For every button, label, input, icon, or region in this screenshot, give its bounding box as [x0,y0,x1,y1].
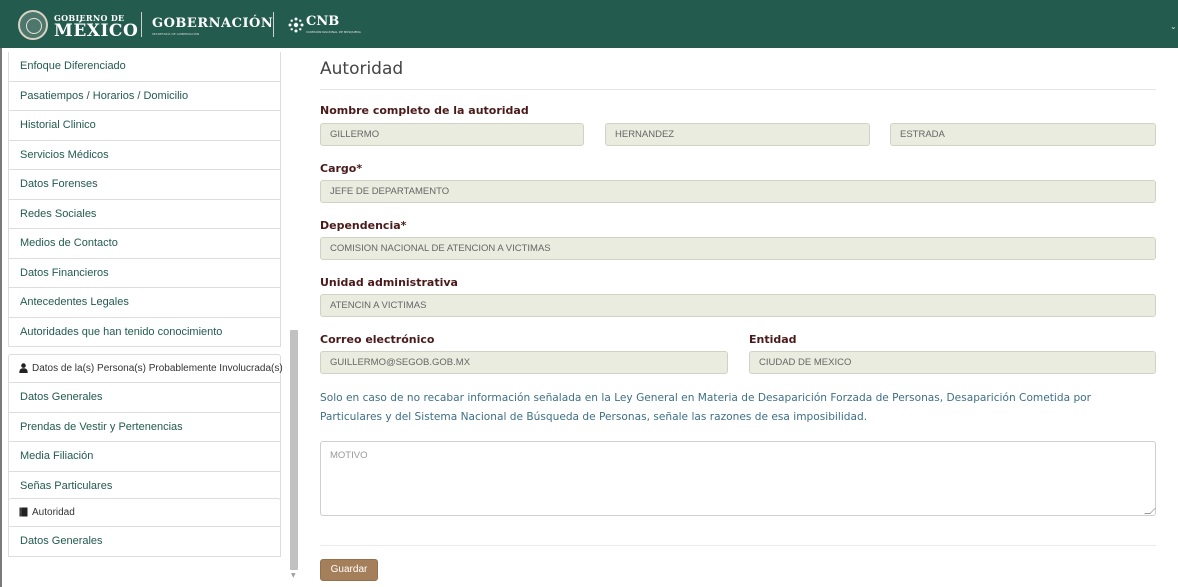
page-title: Autoridad [320,59,404,79]
sidebar-section-involved: Datos de la(s) Persona(s) Probablemente … [8,354,283,383]
cnb-subtitle: COMISIÓN NACIONAL DE BÚSQUEDA [306,30,361,34]
sidebar-item-servicios-medicos[interactable]: Servicios Médicos [8,140,281,170]
sidebar-item-antecedentes-legales[interactable]: Antecedentes Legales [8,288,281,318]
sidebar-item-prendas-de-vestir[interactable]: Prendas de Vestir y Pertenencias [8,412,281,442]
sidebar-item-redes-sociales[interactable]: Redes Sociales [8,199,281,229]
chevron-down-icon[interactable]: ⌄ [1170,22,1177,31]
header-divider [141,12,142,37]
cnb-logo-text: CNB [306,14,340,29]
entidad-label: Entidad [749,333,797,346]
sidebar-item-historial-clinico[interactable]: Historial Clinico [8,111,281,141]
dependencia-field[interactable]: COMISION NACIONAL DE ATENCION A VICTIMAS [320,237,1156,260]
email-field[interactable]: GUILLERMO@SEGOB.GOB.MX [320,351,728,374]
name-label: Nombre completo de la autoridad [320,104,529,117]
sidebar-item-enfoque-diferenciado[interactable]: Enfoque Diferenciado [8,52,281,82]
instruction-note: Solo en caso de no recabar información s… [320,392,1092,423]
sidebar-item-datos-financieros[interactable]: Datos Financieros [8,258,281,288]
unidad-label: Unidad administrativa [320,276,458,289]
sidebar-section-label: Datos de la(s) Persona(s) Probablemente … [32,363,283,374]
dependencia-label: Dependencia* [320,219,407,232]
sidebar-item-datos-forenses[interactable]: Datos Forenses [8,170,281,200]
entidad-field[interactable]: CIUDAD DE MEXICO [749,351,1156,374]
scroll-down-arrow-icon[interactable]: ▼ [291,572,296,579]
unidad-field[interactable]: ATENCIN A VICTIMAS [320,294,1156,317]
sidebar-item-autoridades-conocimiento[interactable]: Autoridades que han tenido conocimiento [8,317,281,347]
sidebar-item-senas-particulares[interactable]: Señas Particulares [8,471,281,501]
form-divider [320,545,1156,546]
sidebar-item-media-filiacion[interactable]: Media Filiación [8,442,281,472]
first-name-field[interactable]: GILLERMO [320,123,584,146]
user-icon [19,363,28,374]
scrollbar-thumb[interactable] [290,330,298,570]
sidebar-item-medios-de-contacto[interactable]: Medios de Contacto [8,229,281,259]
cargo-field[interactable]: JEFE DE DEPARTAMENTO [320,180,1156,203]
sidebar-section-label: Autoridad [32,507,75,518]
title-divider [320,89,1156,90]
sidebar-item-datos-generales-autoridad[interactable]: Datos Generales [8,527,281,557]
email-label: Correo electrónico [320,333,435,346]
header-divider [273,12,274,37]
last-name-2-field[interactable]: ESTRADA [890,123,1156,146]
gobernacion-subtitle: SECRETARÍA DE GOBERNACIÓN [152,32,200,36]
sidebar-item-pasatiempos[interactable]: Pasatiempos / Horarios / Domicilio [8,81,281,111]
mexico-logo-text: MÉXICO [54,21,139,41]
book-icon [19,507,28,517]
top-header: GOBIERNO DE MÉXICO GOBERNACIÓN SECRETARÍ… [0,0,1178,48]
sidebar-section-authority: Autoridad [8,498,281,527]
cnb-logo-icon [288,17,304,33]
last-name-1-field[interactable]: HERNANDEZ [605,123,870,146]
national-seal-icon [18,10,48,40]
sidebar-item-datos-generales-involucrada[interactable]: Datos Generales [8,383,281,413]
cargo-label: Cargo* [320,162,363,175]
window-edge [0,48,2,587]
save-button[interactable]: Guardar [320,559,378,581]
gobernacion-logo-text: GOBERNACIÓN [152,16,274,31]
motivo-textarea[interactable]: MOTIVO [320,441,1156,516]
